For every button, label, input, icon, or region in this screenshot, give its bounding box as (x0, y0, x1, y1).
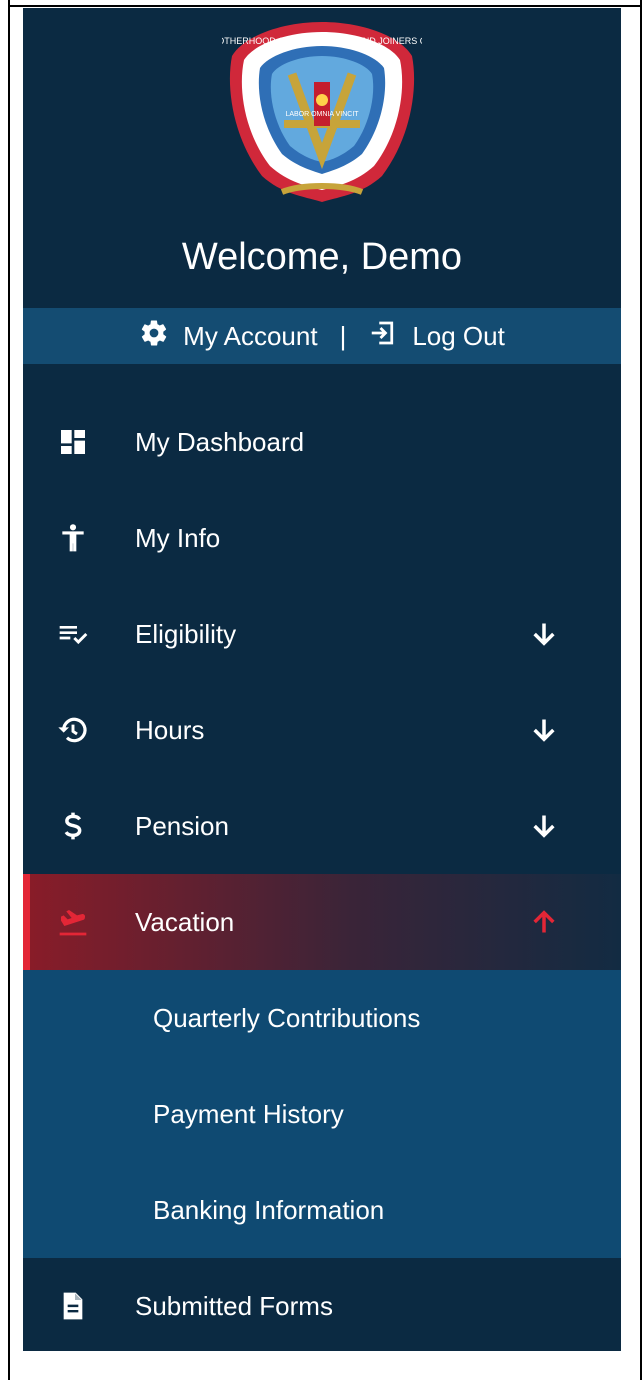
menu-item-my-info[interactable]: My Info (23, 490, 621, 586)
arrow-down-icon[interactable] (529, 811, 559, 841)
menu-item-my-dashboard[interactable]: My Dashboard (23, 394, 621, 490)
frame-border-top (8, 5, 642, 7)
person-icon (53, 518, 93, 558)
arrow-down-icon[interactable] (529, 619, 559, 649)
menu-label: Submitted Forms (135, 1290, 333, 1321)
dollar-icon (53, 806, 93, 846)
sign-in-icon (368, 318, 398, 355)
log-out-label: Log Out (412, 320, 505, 351)
my-account-link[interactable]: My Account (139, 318, 318, 355)
arrow-down-icon[interactable] (529, 715, 559, 745)
menu-label: Hours (135, 714, 205, 745)
logo: UNITED BROTHERHOOD OF CARPENTERS AND JOI… (23, 8, 621, 208)
submenu-item-banking-information[interactable]: Banking Information (23, 1162, 621, 1258)
menu-item-pension[interactable]: Pension (23, 778, 621, 874)
vacation-submenu: Quarterly Contributions Payment History … (23, 970, 621, 1258)
history-icon (53, 710, 93, 750)
my-account-label: My Account (183, 320, 318, 351)
logo-ring-text: UNITED BROTHERHOOD OF CARPENTERS AND JOI… (222, 36, 422, 46)
submenu-item-quarterly-contributions[interactable]: Quarterly Contributions (23, 970, 621, 1066)
gear-icon (139, 318, 169, 355)
menu-item-hours[interactable]: Hours (23, 682, 621, 778)
menu-item-submitted-forms[interactable]: Submitted Forms (23, 1258, 621, 1354)
account-bar: My Account | Log Out (23, 308, 621, 364)
menu-label: My Dashboard (135, 426, 305, 457)
checklist-icon (53, 614, 93, 654)
main-menu: My Dashboard My Info Eligibility Hours P… (23, 394, 621, 1354)
submenu-item-payment-history[interactable]: Payment History (23, 1066, 621, 1162)
plane-icon (53, 902, 93, 942)
menu-item-vacation[interactable]: Vacation (23, 874, 621, 970)
arrow-up-icon[interactable] (529, 907, 559, 937)
menu-label: My Info (135, 522, 221, 553)
ubc-emblem: UNITED BROTHERHOOD OF CARPENTERS AND JOI… (222, 22, 422, 202)
log-out-link[interactable]: Log Out (368, 318, 505, 355)
frame-border-left (8, 0, 10, 1380)
menu-item-eligibility[interactable]: Eligibility (23, 586, 621, 682)
account-separator: | (339, 320, 347, 351)
sidebar: UNITED BROTHERHOOD OF CARPENTERS AND JOI… (23, 8, 621, 1351)
menu-label: Pension (135, 810, 229, 841)
welcome-heading: Welcome, Demo (181, 236, 463, 278)
logo-inner-text: LABOR OMNIA VINCIT (285, 111, 359, 118)
menu-label: Vacation (135, 906, 235, 937)
dashboard-icon (53, 422, 93, 462)
menu-label: Eligibility (135, 618, 237, 649)
document-icon (53, 1286, 93, 1326)
